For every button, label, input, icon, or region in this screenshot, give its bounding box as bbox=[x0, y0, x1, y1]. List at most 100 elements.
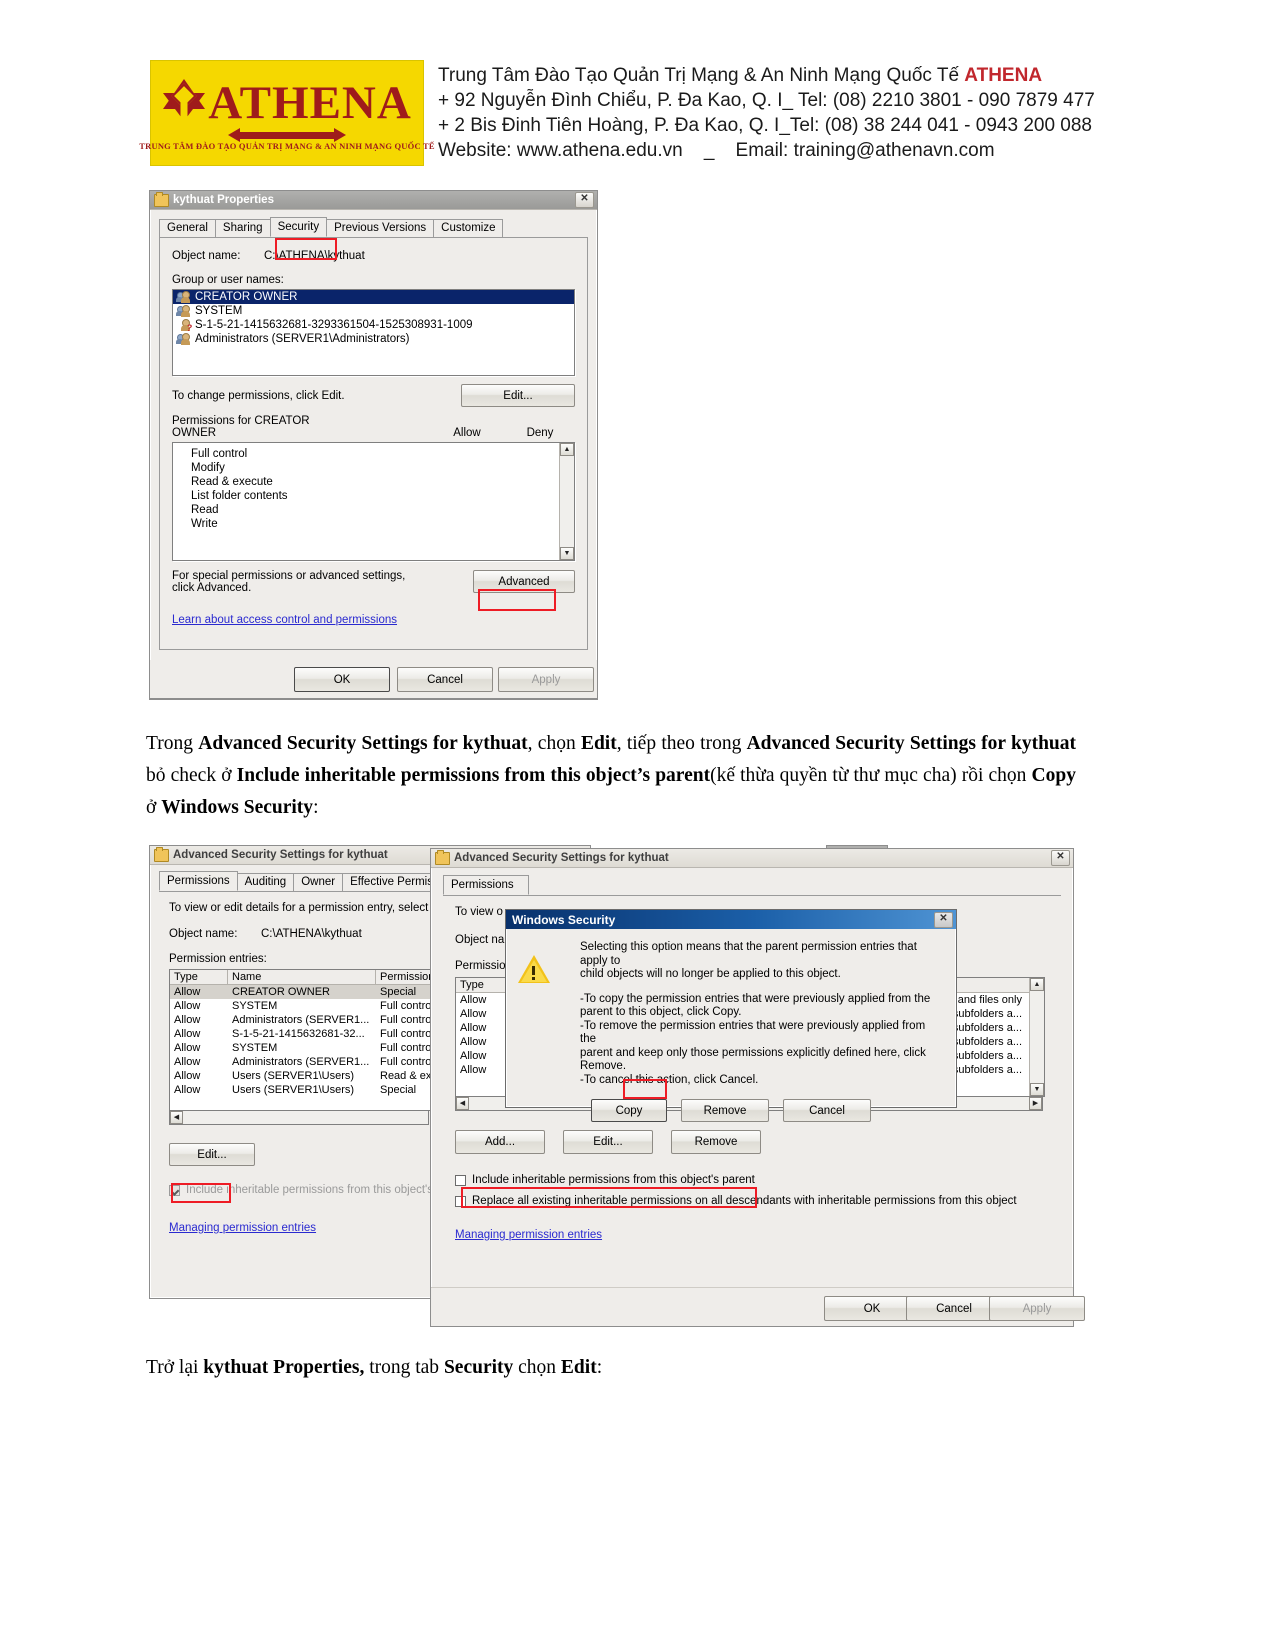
table-row[interactable]: Allow S-1-5-21-1415632681-32... Full con… bbox=[170, 1027, 430, 1041]
apply-button[interactable]: Apply bbox=[498, 667, 594, 692]
advanced-tabstrip-front[interactable]: Permissions bbox=[443, 875, 1061, 896]
remove-button-security[interactable]: Remove bbox=[681, 1099, 769, 1122]
cell-type: Allow bbox=[174, 1000, 201, 1012]
replace-inheritable-row[interactable]: Replace all existing inheritable permiss… bbox=[455, 1195, 1073, 1207]
table-row[interactable]: Allow SYSTEM Full contro bbox=[170, 999, 430, 1013]
scroll-down-icon[interactable]: ▼ bbox=[560, 547, 574, 560]
tab-customize[interactable]: Customize bbox=[433, 219, 504, 237]
edit-button-front[interactable]: Edit... bbox=[563, 1130, 653, 1154]
list-item[interactable]: SYSTEM bbox=[173, 304, 574, 318]
include-inheritable-row-front[interactable]: Include inheritable permissions from thi… bbox=[455, 1174, 1073, 1186]
tab-permissions-front[interactable]: Permissions bbox=[443, 875, 529, 895]
permission-row[interactable]: Full control bbox=[191, 447, 574, 461]
apply-button-front[interactable]: Apply bbox=[989, 1296, 1085, 1321]
permission-row[interactable]: List folder contents bbox=[191, 489, 574, 503]
list-item[interactable]: ? S-1-5-21-1415632681-3293361504-1525308… bbox=[173, 318, 574, 333]
users-icon bbox=[176, 291, 191, 303]
object-name-label-back: Object name: bbox=[169, 928, 238, 940]
tab-general[interactable]: General bbox=[159, 219, 216, 237]
properties-tabstrip[interactable]: General Sharing Security Previous Versio… bbox=[159, 217, 588, 238]
dialog-titlebar[interactable]: Advanced Security Settings for kythuat ✕ bbox=[431, 849, 1073, 868]
p1-bold-5: Copy bbox=[1031, 765, 1076, 786]
msg-p1-line1: Selecting this option means that the par… bbox=[580, 941, 917, 967]
learn-about-access-control-link[interactable]: Learn about access control and permissio… bbox=[172, 614, 575, 626]
cell-name: SYSTEM bbox=[232, 1000, 278, 1012]
msg-p2-line2: parent to this object, click Copy. bbox=[580, 1006, 742, 1018]
tab-permissions[interactable]: Permissions bbox=[159, 871, 238, 891]
cancel-button[interactable]: Cancel bbox=[397, 667, 493, 692]
table-row[interactable]: Allow CREATOR OWNER Special bbox=[170, 985, 430, 999]
kythuat-properties-dialog[interactable]: kythuat Properties ✕ General Sharing Sec… bbox=[149, 190, 598, 700]
dialog-title: kythuat Properties bbox=[173, 194, 274, 206]
dialog-title: Advanced Security Settings for kythuat bbox=[454, 852, 669, 864]
cell-permission: Full contro bbox=[380, 1000, 430, 1012]
permission-row[interactable]: Write bbox=[191, 517, 574, 531]
scroll-left-icon[interactable]: ◀ bbox=[456, 1097, 469, 1110]
group-or-user-list[interactable]: CREATOR OWNER SYSTEM ? S-1-5-21-14156326… bbox=[172, 289, 575, 376]
windows-security-titlebar[interactable]: Windows Security ✕ bbox=[506, 910, 956, 929]
close-icon[interactable]: ✕ bbox=[934, 911, 953, 928]
column-header-permission[interactable]: Permission bbox=[376, 970, 430, 984]
list-item[interactable]: Administrators (SERVER1\Administrators) bbox=[173, 332, 574, 346]
tab-security[interactable]: Security bbox=[269, 217, 328, 237]
cell-permission: Full contro bbox=[380, 1056, 430, 1068]
permission-row[interactable]: Read & execute bbox=[191, 475, 574, 489]
replace-permissions-checkbox[interactable] bbox=[455, 1195, 466, 1207]
scroll-right-icon[interactable]: ▶ bbox=[1029, 1097, 1042, 1110]
advanced-hint-line2: click Advanced. bbox=[172, 582, 252, 594]
advanced-button[interactable]: Advanced bbox=[473, 570, 575, 593]
tab-owner[interactable]: Owner bbox=[293, 873, 344, 891]
add-button[interactable]: Add... bbox=[455, 1130, 545, 1154]
folder-icon bbox=[154, 191, 169, 207]
close-icon[interactable]: ✕ bbox=[1051, 850, 1070, 866]
table-row[interactable]: Allow Administrators (SERVER1... Full co… bbox=[170, 1013, 430, 1027]
column-header-type[interactable]: Type bbox=[170, 970, 228, 984]
cancel-button-front[interactable]: Cancel bbox=[906, 1296, 1002, 1321]
tab-auditing[interactable]: Auditing bbox=[236, 873, 295, 891]
permission-row[interactable]: Read bbox=[191, 503, 574, 517]
letterhead-email: Email: training@athenavn.com bbox=[735, 140, 995, 161]
tab-previous-versions[interactable]: Previous Versions bbox=[326, 219, 435, 237]
scroll-left-icon[interactable]: ◀ bbox=[170, 1111, 183, 1124]
cell-type: Allow bbox=[174, 1014, 201, 1026]
table-row[interactable]: Allow Users (SERVER1\Users) Read & ex bbox=[170, 1069, 430, 1083]
grid-vscrollbar-front[interactable]: ▲ ▼ bbox=[1029, 978, 1044, 1096]
list-item-label: S-1-5-21-1415632681-3293361504-152530893… bbox=[195, 319, 473, 331]
tab-sharing[interactable]: Sharing bbox=[214, 219, 271, 237]
permissions-scrollbar[interactable]: ▲ ▼ bbox=[559, 443, 574, 560]
copy-button[interactable]: Copy bbox=[591, 1099, 667, 1122]
managing-permission-entries-link-front[interactable]: Managing permission entries bbox=[455, 1229, 1073, 1241]
unknown-user-icon: ? bbox=[176, 319, 192, 333]
scroll-up-icon[interactable]: ▲ bbox=[1030, 978, 1044, 991]
edit-button-back[interactable]: Edit... bbox=[169, 1143, 255, 1166]
scroll-up-icon[interactable]: ▲ bbox=[560, 443, 574, 456]
grid-hscrollbar-back[interactable]: ◀ bbox=[169, 1111, 429, 1125]
permission-row[interactable]: Modify bbox=[191, 461, 574, 475]
scroll-down-icon[interactable]: ▼ bbox=[1030, 1083, 1044, 1096]
ok-button[interactable]: OK bbox=[294, 667, 390, 692]
cancel-button-security[interactable]: Cancel bbox=[783, 1099, 871, 1122]
include-inheritable-checkbox-back[interactable] bbox=[169, 1184, 180, 1196]
column-header-name[interactable]: Name bbox=[228, 970, 376, 984]
letterhead-line-4: Website: www.athena.edu.vn _ Email: trai… bbox=[438, 138, 1095, 163]
warning-icon bbox=[518, 955, 550, 984]
permission-entries-grid-back[interactable]: Type Name Permission Allow CREATOR OWNER… bbox=[169, 969, 431, 1111]
list-item-label: Administrators (SERVER1\Administrators) bbox=[195, 333, 410, 345]
athena-logo: ATHENA TRUNG TÂM ĐÀO TẠO QUẢN TRỊ MẠNG &… bbox=[139, 60, 435, 166]
dialog-titlebar[interactable]: kythuat Properties ✕ bbox=[150, 191, 597, 210]
windows-security-dialog[interactable]: Windows Security ✕ Selecting this option… bbox=[505, 909, 957, 1122]
include-inheritable-checkbox-front[interactable] bbox=[455, 1174, 466, 1186]
permissions-list[interactable]: Full control Modify Read & execute List … bbox=[172, 442, 575, 561]
letterhead-contact-block: Trung Tâm Đào Tạo Quản Trị Mạng & An Nin… bbox=[438, 60, 1095, 172]
remove-button-front[interactable]: Remove bbox=[671, 1130, 761, 1154]
table-row[interactable]: Allow SYSTEM Full contro bbox=[170, 1041, 430, 1055]
edit-button[interactable]: Edit... bbox=[461, 384, 575, 407]
msg-p4: -To cancel this action, click Cancel. bbox=[580, 1073, 759, 1086]
change-permissions-hint: To change permissions, click Edit. bbox=[172, 389, 345, 402]
table-row[interactable]: Allow Administrators (SERVER1... Full co… bbox=[170, 1055, 430, 1069]
close-icon[interactable]: ✕ bbox=[575, 192, 594, 208]
cell-name: Administrators (SERVER1... bbox=[232, 1056, 370, 1068]
table-row[interactable]: Allow Users (SERVER1\Users) Special bbox=[170, 1083, 430, 1097]
list-item[interactable]: CREATOR OWNER bbox=[173, 290, 574, 304]
logo-subtitle: TRUNG TÂM ĐÀO TẠO QUẢN TRỊ MẠNG & AN NIN… bbox=[139, 141, 435, 151]
